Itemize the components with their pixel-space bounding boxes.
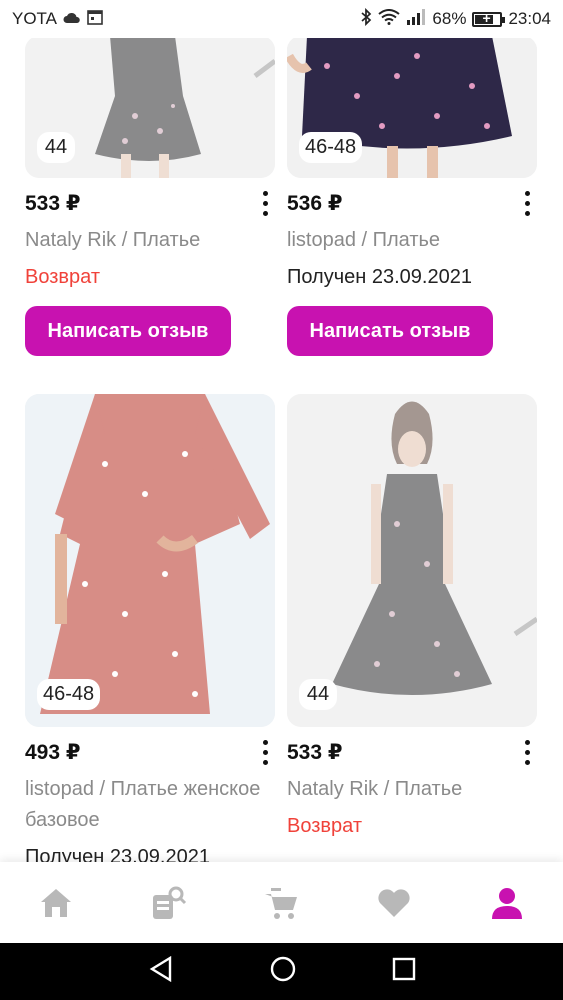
orders-feed[interactable]: 44 533 ₽ Nataly Rik / Платье Возврат Нап… <box>0 38 563 862</box>
status-bar: YOTA 68% + 23:04 <box>0 0 563 38</box>
brand-title[interactable]: listopad / Платье <box>287 225 547 256</box>
calendar-icon <box>87 9 103 30</box>
price: 536 ₽ <box>287 191 343 215</box>
more-options-icon[interactable] <box>517 737 537 767</box>
favorites-heart-icon <box>378 888 410 917</box>
order-status: Получен 23.09.2021 <box>25 846 210 862</box>
nav-home[interactable] <box>26 873 86 933</box>
size-badge: 44 <box>37 132 75 163</box>
dark-floral-dress-photo-icon <box>287 394 537 727</box>
back-icon[interactable] <box>148 955 174 987</box>
bluetooth-icon <box>360 7 372 31</box>
size-badge: 44 <box>299 679 337 710</box>
price: 533 ₽ <box>25 191 81 215</box>
more-options-icon[interactable] <box>517 188 537 218</box>
nav-profile[interactable] <box>477 873 537 933</box>
product-photo[interactable] <box>25 394 275 727</box>
nav-favorites[interactable] <box>364 873 424 933</box>
profile-icon <box>491 887 522 919</box>
order-status: Возврат <box>25 266 100 288</box>
price: 493 ₽ <box>25 740 81 764</box>
product-card[interactable]: 44 533 ₽ Nataly Rik / Платье Возврат Нап… <box>25 38 275 368</box>
recent-apps-icon[interactable] <box>392 957 416 986</box>
catalog-search-icon <box>152 886 186 919</box>
nav-catalog[interactable] <box>139 873 199 933</box>
write-review-button[interactable]: Написать отзыв <box>25 306 231 356</box>
more-options-icon[interactable] <box>255 737 275 767</box>
write-review-button[interactable]: Написать отзыв <box>287 306 493 356</box>
more-options-icon[interactable] <box>255 188 275 218</box>
cloud-icon <box>63 9 81 29</box>
clock: 23:04 <box>508 9 551 28</box>
battery-percent: 68% <box>432 9 467 28</box>
system-navigation-bar <box>0 943 563 1000</box>
home-circle-icon[interactable] <box>269 955 297 988</box>
product-card[interactable]: 46-48 536 ₽ listopad / Платье Получен 23… <box>287 38 537 368</box>
brand-title[interactable]: Nataly Rik / Платье <box>25 225 285 256</box>
battery-icon: + <box>472 10 506 27</box>
size-badge: 46-48 <box>37 679 101 710</box>
wifi-icon <box>378 8 401 30</box>
cart-icon <box>265 887 298 919</box>
signal-icon <box>406 8 426 30</box>
pink-floral-dress-photo-icon <box>25 394 275 727</box>
order-status: Получен 23.09.2021 <box>287 266 472 288</box>
brand-title[interactable]: listopad / Платье женское базовое <box>25 774 285 836</box>
nav-cart[interactable] <box>251 873 311 933</box>
product-card[interactable]: 46-48 493 ₽ listopad / Платье женское ба… <box>25 394 275 862</box>
price: 533 ₽ <box>287 740 343 764</box>
order-status: Возврат <box>287 815 362 837</box>
product-photo[interactable] <box>287 394 537 727</box>
carrier-label: YOTA <box>12 9 58 28</box>
home-icon <box>41 888 72 917</box>
size-badge: 46-48 <box>299 132 363 163</box>
brand-title[interactable]: Nataly Rik / Платье <box>287 774 547 805</box>
product-card[interactable]: 44 533 ₽ Nataly Rik / Платье Возврат <box>287 394 537 862</box>
bottom-navigation <box>0 862 563 943</box>
